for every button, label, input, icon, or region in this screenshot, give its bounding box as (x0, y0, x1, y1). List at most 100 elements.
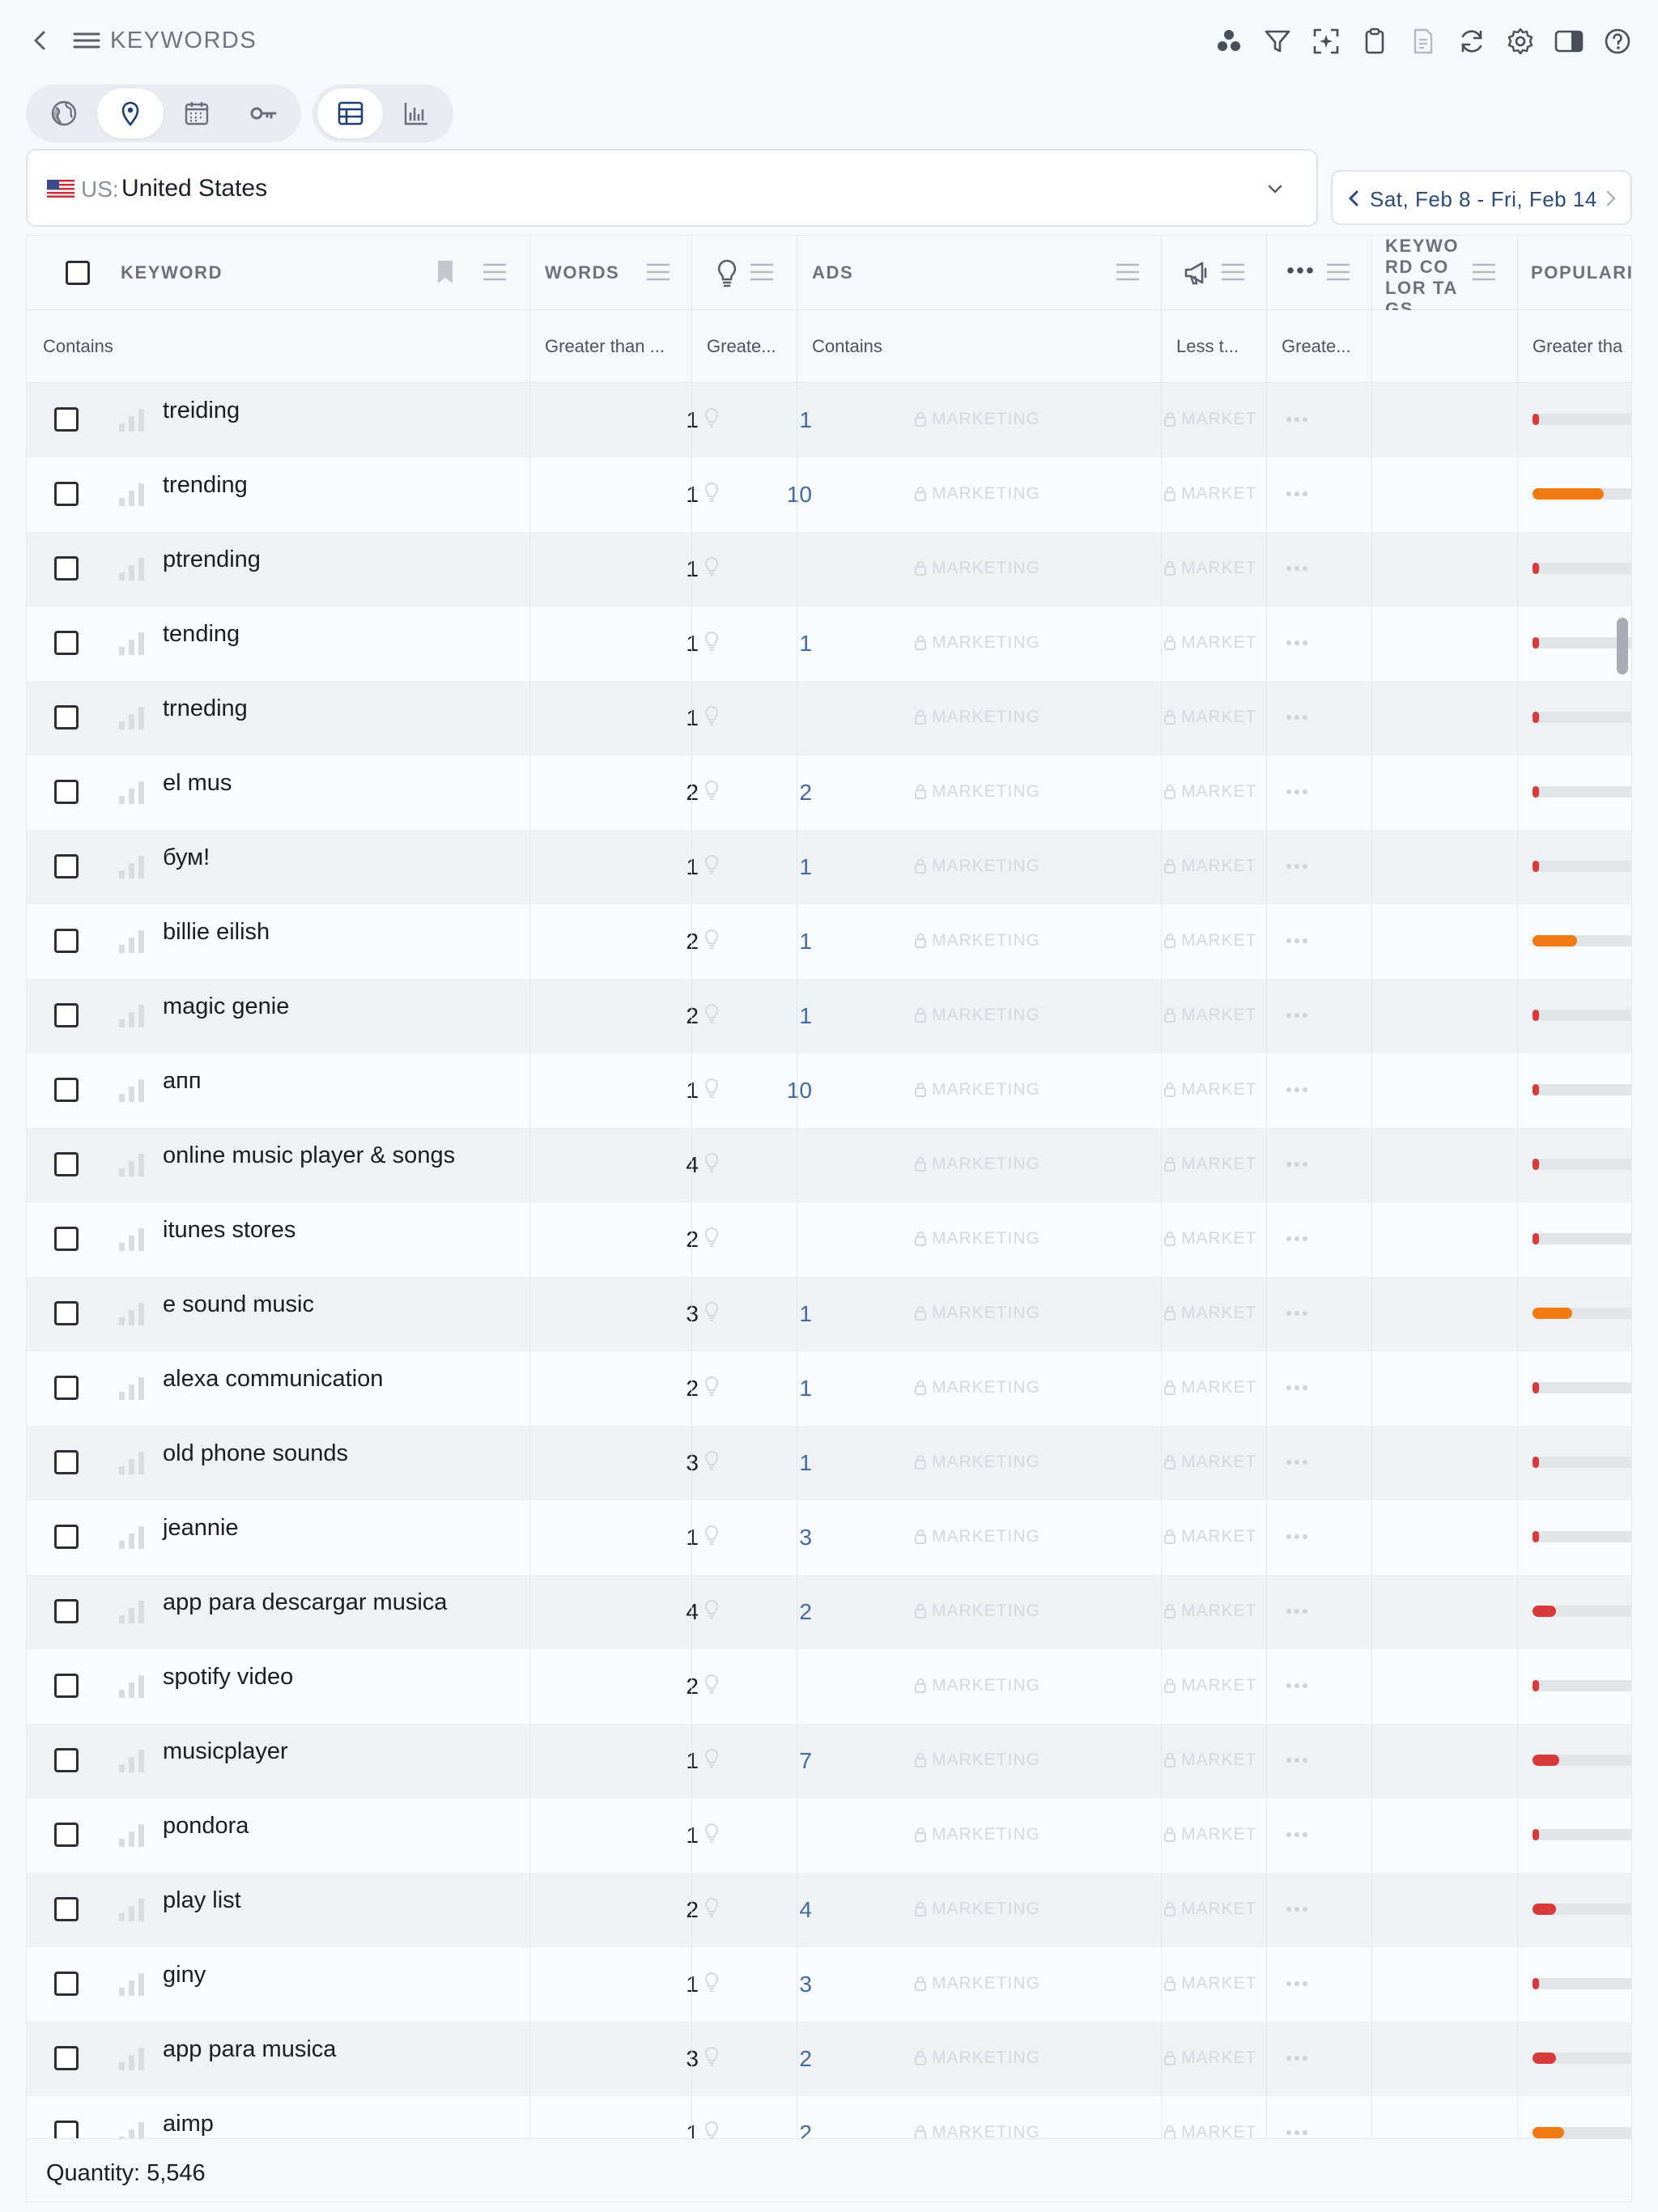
keyword-text[interactable]: jeannie (163, 1515, 239, 1542)
locked-ads-cell[interactable]: MARKETING (914, 1453, 1040, 1472)
select-all-checkbox[interactable] (66, 261, 90, 285)
locked-ads-cell[interactable]: MARKETING (914, 1825, 1040, 1844)
chevron-left-icon[interactable] (1342, 186, 1365, 211)
keyword-text[interactable]: musicplayer (163, 1738, 288, 1765)
keyword-text[interactable]: trneding (163, 696, 248, 722)
keyword-text[interactable]: alexa communication (163, 1366, 383, 1393)
calendar-icon[interactable] (164, 88, 230, 138)
row-more-icon[interactable] (1283, 1301, 1311, 1325)
table-row[interactable]: ptrending 1 MARKETING MARKET (27, 532, 1631, 606)
ideas-count[interactable]: 1 (731, 1376, 812, 1402)
row-checkbox[interactable] (54, 1450, 79, 1474)
table-icon[interactable] (317, 88, 383, 138)
locked-ads-cell[interactable]: MARKETING (914, 2048, 1040, 2068)
row-more-icon[interactable] (1283, 1748, 1311, 1772)
table-row[interactable]: app para descargar musica 4 2 MARKETING MARK… (27, 1575, 1631, 1649)
column-menu-icon[interactable] (1115, 262, 1141, 283)
row-checkbox[interactable] (54, 1227, 79, 1251)
row-more-icon[interactable] (1283, 1525, 1311, 1549)
clusters-icon[interactable] (1205, 23, 1253, 60)
locked-ads-cell[interactable]: MARKETING (914, 1676, 1040, 1695)
table-row[interactable]: old phone sounds 3 1 MARKETING MARKET (27, 1426, 1631, 1500)
row-more-icon[interactable] (1283, 1376, 1311, 1400)
keyword-text[interactable]: treiding (163, 398, 240, 424)
row-checkbox[interactable] (54, 631, 79, 655)
ideas-count[interactable]: 2 (731, 2121, 812, 2138)
table-row[interactable]: spotify video 2 MARKETING MARKET (27, 1649, 1631, 1724)
ideas-count[interactable]: 3 (731, 1972, 812, 1997)
globe-icon[interactable] (31, 88, 97, 138)
menu-icon[interactable] (71, 24, 102, 57)
table-row[interactable]: itunes stores 2 MARKETING MARKET (27, 1202, 1631, 1277)
column-header-ads[interactable]: ADS (812, 236, 853, 310)
row-checkbox[interactable] (54, 556, 79, 581)
column-header-words[interactable]: WORDS (545, 236, 619, 310)
refresh-icon[interactable] (1448, 23, 1496, 60)
keyword-text[interactable]: billie eilish (163, 919, 270, 946)
table-row[interactable]: апп 1 10 MARKETING MARKET (27, 1053, 1631, 1128)
ideas-count[interactable]: 1 (731, 1450, 812, 1476)
ideas-count[interactable]: 1 (731, 929, 812, 955)
locked-ads-cell[interactable]: MARKETING (914, 1080, 1040, 1100)
table-row[interactable]: trneding 1 MARKETING MARKET (27, 681, 1631, 755)
ideas-count[interactable]: 10 (731, 1078, 812, 1104)
locked-ads-cell[interactable]: MARKETING (914, 559, 1040, 578)
row-more-icon[interactable] (1283, 1152, 1311, 1176)
ideas-count[interactable]: 1 (731, 854, 812, 880)
row-more-icon[interactable] (1283, 2046, 1311, 2070)
locked-ads-cell[interactable]: MARKETING (914, 1974, 1040, 1993)
ideas-count[interactable]: 2 (731, 2046, 812, 2072)
table-row[interactable]: el mus 2 2 MARKETING MARKET (27, 755, 1631, 830)
row-checkbox[interactable] (54, 929, 79, 953)
keyword-text[interactable]: tending (163, 621, 240, 648)
locked-ads-cell[interactable]: MARKETING (914, 857, 1040, 876)
focus-icon[interactable] (1302, 23, 1350, 60)
ideas-count[interactable]: 1 (731, 1003, 812, 1029)
keyword-text[interactable]: giny (163, 1962, 206, 1989)
column-menu-icon[interactable] (1220, 262, 1246, 283)
column-menu-icon[interactable] (749, 262, 775, 283)
locked-ads-cell[interactable]: MARKETING (914, 708, 1040, 727)
filter-keyword[interactable]: Contains (43, 310, 521, 383)
row-more-icon[interactable] (1283, 1227, 1311, 1251)
chart-icon[interactable] (383, 88, 449, 138)
ideas-count[interactable]: 10 (731, 482, 812, 508)
help-icon[interactable] (1593, 23, 1642, 60)
column-menu-icon[interactable] (1325, 262, 1351, 283)
bookmark-icon[interactable] (435, 258, 456, 286)
keyword-text[interactable]: бум! (163, 844, 210, 871)
table-row[interactable]: trending 1 10 MARKETING MARKET (27, 457, 1631, 532)
locked-ads-cell[interactable]: MARKETING (914, 633, 1040, 653)
keyword-text[interactable]: e sound music (163, 1291, 314, 1318)
row-checkbox[interactable] (54, 1599, 79, 1623)
column-header-keyword[interactable]: KEYWORD (121, 236, 223, 310)
row-checkbox[interactable] (54, 1674, 79, 1698)
keyword-text[interactable]: trending (163, 472, 248, 499)
row-checkbox[interactable] (54, 1525, 79, 1549)
key-icon[interactable] (230, 88, 296, 138)
row-more-icon[interactable] (1283, 1599, 1311, 1623)
more-columns-icon[interactable] (1286, 265, 1314, 276)
keyword-text[interactable]: апп (163, 1068, 202, 1095)
table-row[interactable]: alexa communication 2 1 MARKETING MARKET (27, 1351, 1631, 1426)
ideas-count[interactable]: 1 (731, 407, 812, 433)
keyword-text[interactable]: aimp (163, 2111, 214, 2138)
table-row[interactable]: giny 1 3 MARKETING MARKET (27, 1947, 1631, 2022)
locked-ads-cell[interactable]: MARKETING (914, 1750, 1040, 1770)
back-icon[interactable] (26, 24, 55, 57)
keyword-text[interactable]: pondora (163, 1813, 249, 1840)
ideas-count[interactable]: 7 (731, 1748, 812, 1774)
table-row[interactable]: aimp 1 2 MARKETING MARKET (27, 2096, 1631, 2138)
row-more-icon[interactable] (1283, 1003, 1311, 1027)
table-row[interactable]: online music player & songs 4 MARKETING MAR… (27, 1128, 1631, 1202)
ideas-count[interactable]: 4 (731, 1897, 812, 1923)
locked-ads-cell[interactable]: MARKETING (914, 782, 1040, 802)
ideas-count[interactable]: 1 (731, 631, 812, 657)
filter-icon[interactable] (1253, 23, 1302, 60)
keyword-text[interactable]: online music player & songs (163, 1142, 455, 1169)
idea-bulb-icon[interactable] (715, 258, 739, 287)
locked-ads-cell[interactable]: MARKETING (914, 1527, 1040, 1546)
row-more-icon[interactable] (1283, 854, 1311, 878)
country-select[interactable]: US: United States (26, 149, 1318, 227)
row-checkbox[interactable] (54, 1152, 79, 1176)
